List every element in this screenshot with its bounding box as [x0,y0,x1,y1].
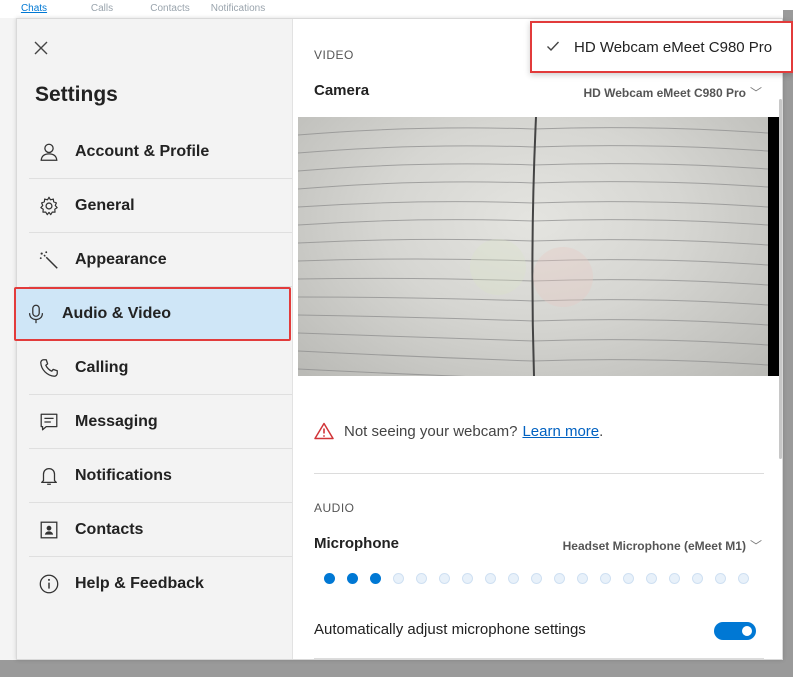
camera-option-selected[interactable]: HD Webcam eMeet C980 Pro [574,39,772,56]
microphone-select[interactable]: Headset Microphone (eMeet M1) ﹀ [563,537,762,554]
camera-preview-image [298,117,768,376]
mic-level-dot [738,573,749,584]
camera-dropdown-popup: HD Webcam eMeet C980 Pro [530,21,793,73]
check-icon [546,39,564,55]
nav-item-general[interactable]: General [29,179,292,233]
magic-wand-icon [35,246,63,274]
section-divider [314,473,764,474]
camera-select[interactable]: HD Webcam eMeet C980 Pro ﹀ [583,84,762,101]
nav-item-help-feedback[interactable]: Help & Feedback [29,557,292,611]
mic-level-dot [508,573,519,584]
mic-level-dot [485,573,496,584]
nav-item-messaging[interactable]: Messaging [29,395,292,449]
camera-select-value: HD Webcam eMeet C980 Pro [583,86,746,100]
nav-item-audio-video[interactable]: Audio & Video [14,287,291,341]
phone-icon [35,354,63,382]
notebook-lines-image [298,117,768,376]
camera-label: Camera [314,82,370,99]
background-tab-bar: Chats Calls Contacts Notifications [0,0,330,19]
mic-level-dot [692,573,703,584]
microphone-select-value: Headset Microphone (eMeet M1) [562,539,746,553]
person-icon [35,138,63,166]
close-button[interactable] [31,39,51,59]
mic-level-dot [393,573,404,584]
mic-level-dot [600,573,611,584]
nav-item-appearance[interactable]: Appearance [29,233,292,287]
nav-item-account-profile[interactable]: Account & Profile [29,125,292,179]
settings-sidebar: Settings Account & Profile General Appea… [14,19,293,659]
auto-adjust-toggle[interactable] [714,622,756,640]
info-icon [35,570,63,598]
mic-level-dot [462,573,473,584]
nav-item-label: Calling [75,358,129,376]
mic-level-dot [669,573,680,584]
background-right-strip [783,10,793,677]
background-bottom-strip [0,660,793,677]
mic-level-dot [646,573,657,584]
bell-icon [35,462,63,490]
audio-section-label: AUDIO [314,501,355,515]
mic-level-dot [554,573,565,584]
mic-level-dot [531,573,542,584]
close-icon [34,41,48,55]
nav-item-label: Account & Profile [75,142,210,160]
warning-text: Not seeing your webcam? [344,422,518,440]
video-section-label: VIDEO [314,48,354,62]
nav-item-contacts[interactable]: Contacts [29,503,292,557]
mic-level-dot [347,573,358,584]
mic-level-dot [416,573,427,584]
auto-adjust-label: Automatically adjust microphone settings [314,621,586,638]
message-icon [35,408,63,436]
microphone-level-meter [324,573,761,584]
webcam-warning: Not seeing your webcam? Learn more. [314,422,603,440]
mic-level-dot [439,573,450,584]
contact-card-icon [35,516,63,544]
learn-more-link[interactable]: Learn more [522,423,599,440]
mic-level-dot [715,573,726,584]
background-tab-chats[interactable]: Chats [0,0,68,18]
nav-item-label: Messaging [75,412,158,430]
microphone-icon [22,300,50,328]
toggle-knob [742,626,752,636]
nav-item-notifications[interactable]: Notifications [29,449,292,503]
mic-level-dot [370,573,381,584]
background-tab-calls[interactable]: Calls [68,0,136,18]
nav-item-label: Appearance [75,250,167,268]
settings-dialog: Settings Account & Profile General Appea… [14,18,783,660]
warning-suffix: . [599,422,604,440]
nav-item-label: Help & Feedback [75,575,204,592]
warning-icon [314,422,334,440]
section-divider [314,658,764,659]
gear-icon [35,192,63,220]
nav-item-label: Notifications [75,466,172,484]
nav-item-label: Contacts [75,520,144,538]
audio-video-panel: VIDEO Camera HD Webcam eMeet C980 Pro﹀ [293,19,782,659]
settings-title: Settings [35,83,118,106]
microphone-label: Microphone [314,535,399,552]
panel-scrollbar[interactable] [779,99,782,459]
chevron-down-icon: ﹀ [749,86,762,100]
mic-level-dot [324,573,335,584]
mic-level-dot [577,573,588,584]
settings-nav: Account & Profile General Appearance Aud… [14,125,292,611]
background-tab-notifications[interactable]: Notifications [204,0,272,18]
background-tab-contacts[interactable]: Contacts [136,0,204,18]
nav-item-label: General [75,196,135,214]
camera-preview [298,117,780,376]
nav-item-calling[interactable]: Calling [29,341,292,395]
nav-item-label: Audio & Video [62,305,172,322]
chevron-down-icon: ﹀ [749,539,762,553]
mic-level-dot [623,573,634,584]
background-left-strip [0,18,16,677]
